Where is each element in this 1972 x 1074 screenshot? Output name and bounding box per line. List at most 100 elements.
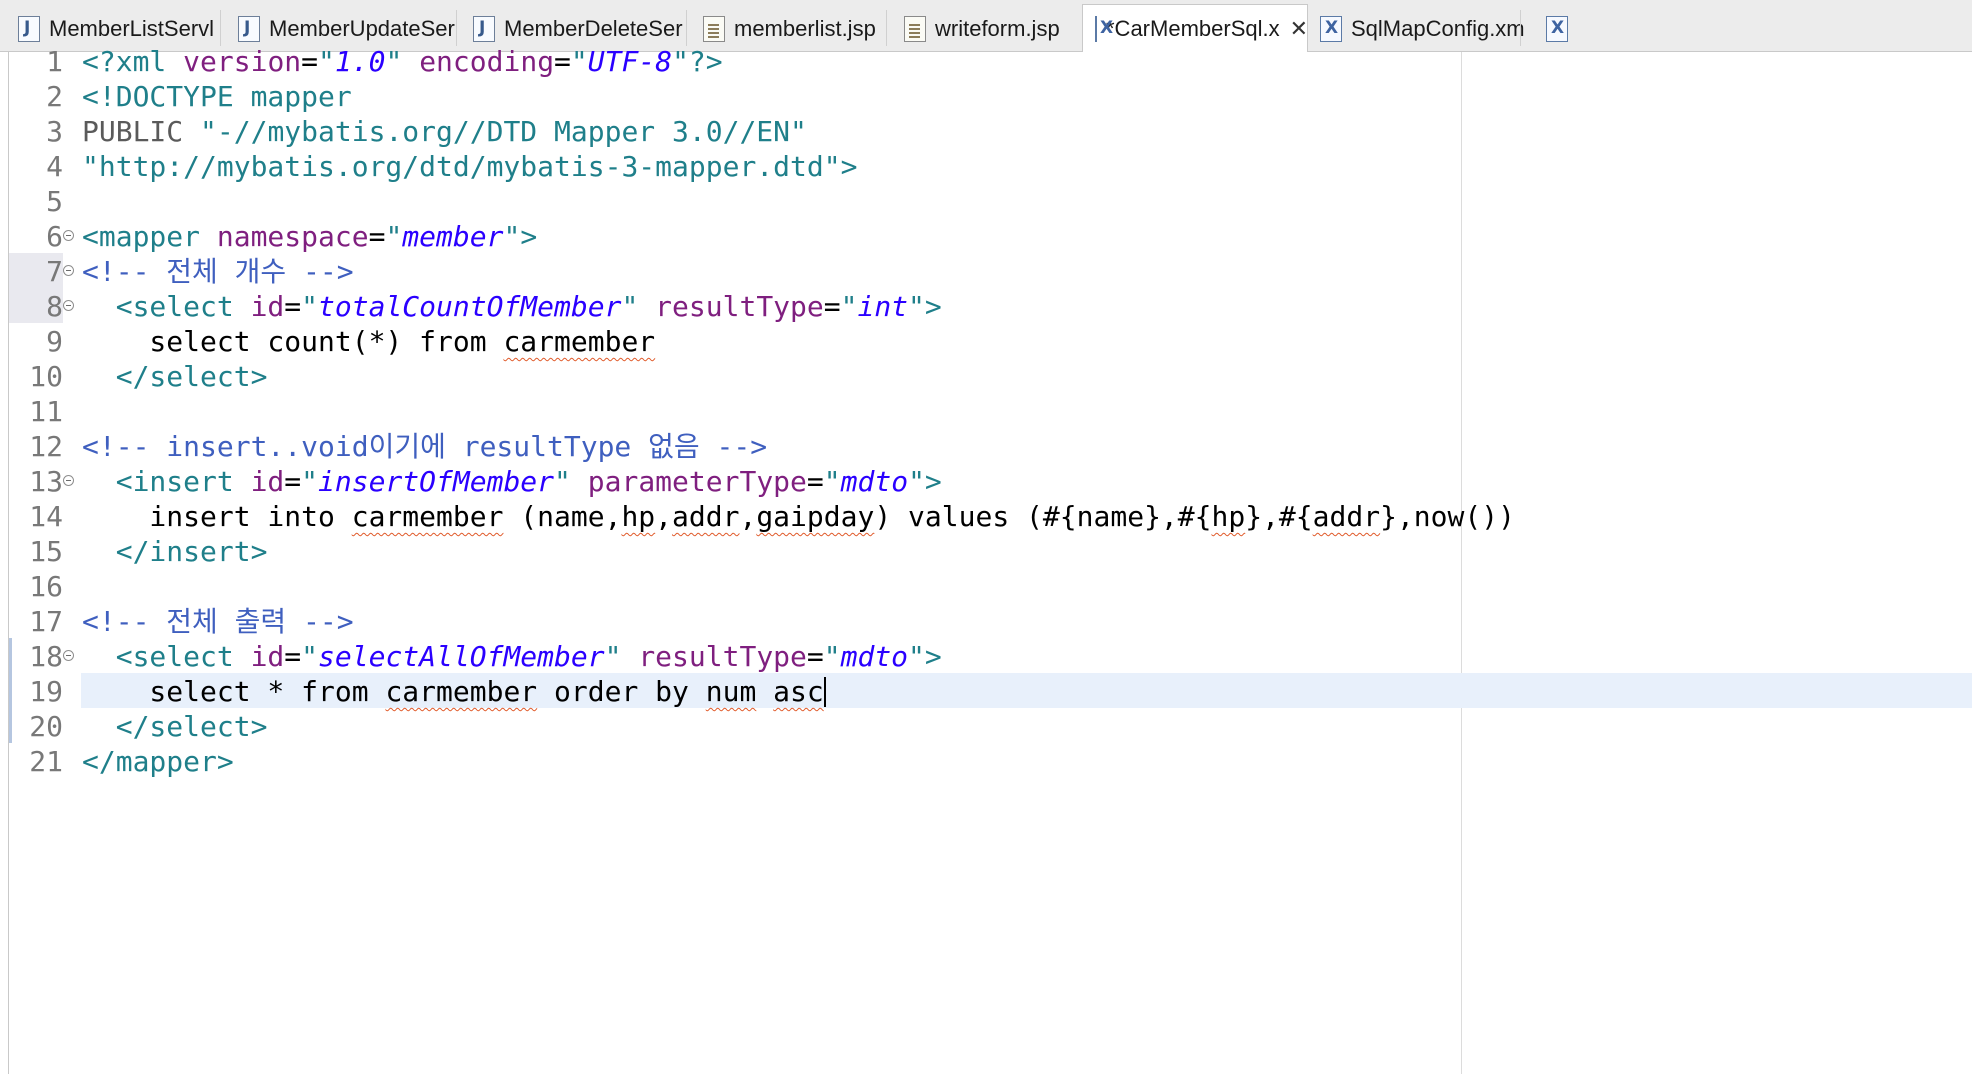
code-line[interactable]: 5 <box>9 184 1972 219</box>
fold-toggle-icon[interactable] <box>63 265 74 276</box>
code-line[interactable]: 19 select * from carmember order by num … <box>9 674 1972 709</box>
code-token: carmember <box>385 675 538 708</box>
tab-separator <box>686 10 687 46</box>
code-token: " <box>823 640 841 673</box>
code-token: " <box>554 465 571 498</box>
code-token: " <box>621 290 639 323</box>
text-cursor <box>823 677 826 707</box>
code-line[interactable]: 10 </select> <box>9 359 1972 394</box>
code-line[interactable]: 13 <insert id="insertOfMember" parameter… <box>9 464 1972 499</box>
code-token: </insert> <box>115 535 268 568</box>
code-text: <insert id="insertOfMember" parameterTyp… <box>82 464 942 499</box>
code-token: <!-- insert..void이기에 resultType 없음 --> <box>82 430 768 463</box>
code-line[interactable]: 4 "http://mybatis.org/dtd/mybatis-3-mappe… <box>9 149 1972 184</box>
code-token: " <box>318 45 335 78</box>
code-token: addr <box>1312 500 1381 533</box>
code-line[interactable]: 8 <select id="totalCountOfMember" result… <box>9 289 1972 324</box>
code-token: member <box>402 220 504 253</box>
code-editor[interactable]: 1 <?xml version="1.0" encoding="UTF-8"?> 2… <box>8 45 1972 1074</box>
code-line[interactable]: 20 </select> <box>9 709 1972 744</box>
code-token: " <box>908 465 925 498</box>
code-token: },now()) <box>1380 500 1515 533</box>
code-line[interactable]: 3 PUBLIC "-//mybatis.org//DTD Mapper 3.0/… <box>9 114 1972 149</box>
code-token: </select> <box>115 360 268 393</box>
code-token: mdto <box>840 465 909 498</box>
line-number: 13 <box>29 465 63 498</box>
code-token: > <box>520 220 538 253</box>
code-text: select * from carmember order by num asc <box>82 674 826 709</box>
code-token: " <box>604 640 622 673</box>
code-line[interactable]: 14 insert into carmember (name,hp,addr,g… <box>9 499 1972 534</box>
code-token: > <box>924 465 942 498</box>
tab-separator <box>1520 10 1521 46</box>
code-line[interactable]: 6 <mapper namespace="member"> <box>9 219 1972 254</box>
code-line[interactable]: 17 <!-- 전체 출력 --> <box>9 604 1972 639</box>
code-line[interactable]: 18 <select id="selectAllOfMember" result… <box>9 639 1972 674</box>
code-line[interactable]: 16 <box>9 569 1972 604</box>
line-number: 7 <box>46 255 63 288</box>
line-number: 4 <box>46 150 63 183</box>
code-token: gaipday <box>756 500 875 533</box>
tab-label: memberlist.jsp <box>734 16 876 41</box>
code-token: insert into <box>82 500 352 533</box>
fold-toggle-icon[interactable] <box>63 300 74 311</box>
code-line[interactable]: 11 <box>9 394 1972 429</box>
code-token: ) values (#{name},#{ <box>874 500 1212 533</box>
tab-label: writeform.jsp <box>935 16 1060 41</box>
code-line[interactable]: 1 <?xml version="1.0" encoding="UTF-8"?> <box>9 44 1972 79</box>
line-number: 3 <box>46 115 63 148</box>
code-line[interactable]: 9 select count(*) from carmember <box>9 324 1972 359</box>
code-token: " <box>301 640 319 673</box>
code-line[interactable]: 12 <!-- insert..void이기에 resultType 없음 --> <box>9 429 1972 464</box>
code-token: " <box>823 465 841 498</box>
code-token: = <box>284 290 302 323</box>
tab-label: MemberListServl <box>49 16 215 41</box>
code-token: <select <box>115 640 251 673</box>
tab-label: *CarMemberSql.x <box>1106 15 1280 41</box>
tab-label: SqlMapConfig.xm <box>1351 16 1525 41</box>
code-token: PUBLIC <box>82 115 201 148</box>
code-token: " <box>840 290 858 323</box>
line-number: 20 <box>29 710 63 743</box>
code-line[interactable]: 2 <!DOCTYPE mapper <box>9 79 1972 114</box>
code-line[interactable]: 21 </mapper> <box>9 744 1972 779</box>
fold-toggle-icon[interactable] <box>63 650 74 661</box>
fold-toggle-icon[interactable] <box>63 230 74 241</box>
code-line[interactable]: 15 </insert> <box>9 534 1972 569</box>
fold-toggle-icon[interactable] <box>63 475 74 486</box>
code-text: <?xml version="1.0" encoding="UTF-8"?> <box>82 44 723 79</box>
code-token: <!DOCTYPE mapper <box>82 80 352 113</box>
code-token: id <box>250 640 285 673</box>
code-token: ?> <box>688 45 723 78</box>
line-number: 15 <box>29 535 63 568</box>
close-icon[interactable]: ✕ <box>1290 16 1308 42</box>
code-token: num <box>705 675 757 708</box>
code-token: order by <box>537 675 706 708</box>
code-token: xml <box>115 45 184 78</box>
code-token: </mapper> <box>82 745 234 778</box>
code-token: = <box>806 465 824 498</box>
code-token: resultType <box>655 290 824 323</box>
xml-file-icon <box>1095 15 1113 42</box>
code-token: "http://mybatis.org/dtd/mybatis-3-mapper… <box>82 150 841 183</box>
java-file-icon <box>18 16 40 42</box>
line-number: 16 <box>29 570 63 603</box>
line-number: 5 <box>46 185 63 218</box>
code-token: , <box>655 500 673 533</box>
code-token: version <box>183 45 302 78</box>
code-token: = <box>823 290 841 323</box>
xml-file-icon <box>1546 16 1568 42</box>
code-token: id <box>250 290 285 323</box>
code-token: " <box>503 220 521 253</box>
code-token: id <box>250 465 285 498</box>
code-token: UTF-8 <box>587 45 673 78</box>
code-token: , <box>739 500 757 533</box>
tab-separator <box>886 10 887 46</box>
code-line[interactable]: 7 <!-- 전체 개수 --> <box>9 254 1972 289</box>
code-token: <insert <box>115 465 251 498</box>
